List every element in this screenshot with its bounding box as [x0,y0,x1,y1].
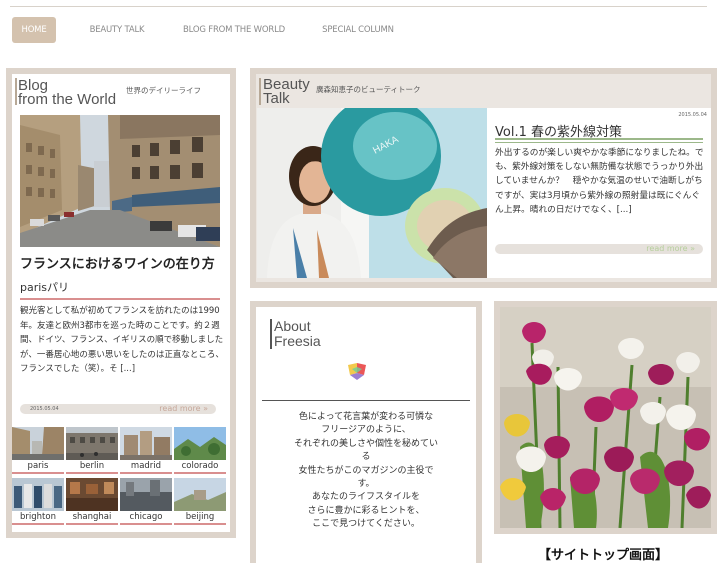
paris-street-photo [20,115,220,247]
about-line-3: それぞれの美しさや個性を秘めてい [293,438,438,449]
city-thumb-berlin[interactable]: berlin [66,427,118,474]
city-rule [120,523,172,525]
brighton-thumb-photo [12,478,64,511]
about-line-1: 色によって花言葉が変わる可憐な [298,412,434,422]
nav-tab-special-column[interactable]: SPECIAL COLUMN [316,17,400,43]
about-line-8: さらに豊かに彩るヒントを、 [307,505,425,516]
about-line-9: ここで見つけてください。 [312,519,420,530]
city-thumb-shanghai[interactable]: shanghai [66,478,118,525]
city-rule [66,523,118,525]
blog-post-location: parisパリ [20,281,70,294]
city-thumb-beijing[interactable]: beijing [174,478,226,525]
nav-tab-beauty-talk[interactable]: BEAUTY TALK [82,17,152,43]
chicago-thumb-photo [120,478,172,511]
paris-thumb-photo [12,427,64,460]
about-divider [262,400,470,401]
blog-subheading: 世界のデイリーライフ [126,86,201,95]
page-caption: 【サイトトップ画面】 [538,548,669,563]
blog-post-date: 2015.05.04 [30,406,59,412]
about-line-5: 女性たちがこのマガジンの主役で [298,465,434,476]
beauty-title-rule [495,138,703,140]
beauty-card: Beauty Talk 廣森知恵子のビューティトーク HAKA 2015.05.… [256,74,711,282]
madrid-thumb-photo [120,427,172,460]
about-line-7: あなたのライフスタイルを [311,492,420,503]
nav-tab-blog-from-the-world[interactable]: BLOG FROM THE WORLD [178,17,290,43]
about-heading-line1: About [274,318,311,334]
beauty-heading-line2: Talk [263,90,290,107]
top-divider [10,6,707,7]
beijing-thumb-photo [174,478,226,511]
blog-post-excerpt: 観光客として私が初めてフランスを訪れたのは1990年。友達と欧州3都市を巡った時… [20,306,224,375]
city-rule [66,472,118,474]
city-thumb-brighton[interactable]: brighton [12,478,64,525]
colorado-thumb-photo [174,427,226,460]
blog-post-title[interactable]: フランスにおけるワインの在り方 [20,253,215,272]
about-text-block: 色によって花言葉が変わる可憐な フリージアのように、 それぞれの美しさや個性を秘… [260,411,472,532]
blog-card: Blog from the World 世界のデイリーライフ フランスにおけるワ… [12,74,230,532]
freesia-logo-icon [348,363,366,380]
blog-heading-line2: from the World [18,91,117,108]
city-thumb-chicago[interactable]: chicago [120,478,172,525]
beauty-subheading: 廣森知恵子のビューティトーク [316,85,421,94]
city-thumb-colorado[interactable]: colorado [174,427,226,474]
berlin-thumb-photo [66,427,118,460]
about-card: About Freesia 色によって花言葉が変わる可憐な フリージアのように、… [256,307,476,563]
shanghai-thumb-photo [66,478,118,511]
about-line-2: フリージアのように、 [321,425,411,436]
beauty-read-more-label[interactable]: read more » [646,244,695,253]
city-thumb-paris[interactable]: paris [12,427,64,474]
about-heading-line2: Freesia [274,333,321,349]
city-rule [120,472,172,474]
beauty-read-more-link[interactable]: read more » [495,244,703,254]
city-rule [12,472,64,474]
beauty-title-rule-thin [495,142,703,143]
heading-accent-bar [259,78,261,105]
city-thumb-madrid[interactable]: madrid [120,427,172,474]
blog-title-rule [20,298,220,300]
tulip-photo [500,307,711,528]
about-line-6: す。 [357,479,375,490]
heading-accent-bar [15,78,17,105]
city-rule [12,523,64,525]
beauty-feature-photo: HAKA [257,108,487,278]
city-rule [174,472,226,474]
city-rule [174,523,226,525]
heading-accent-bar [270,319,272,349]
beauty-post-excerpt: 外出するのが楽しい爽やかな季節になりましたね。でも、紫外線対策をしない無防備な状… [495,148,704,215]
beauty-post-date: 2015.05.04 [678,112,707,118]
nav-tab-home[interactable]: HOME [12,17,56,43]
beauty-article-panel: 2015.05.04 Vol.1 春の紫外線対策 外出するのが楽しい爽やかな季節… [487,108,711,278]
about-line-4: る [361,452,371,463]
blog-read-more-label[interactable]: read more » [159,404,208,413]
